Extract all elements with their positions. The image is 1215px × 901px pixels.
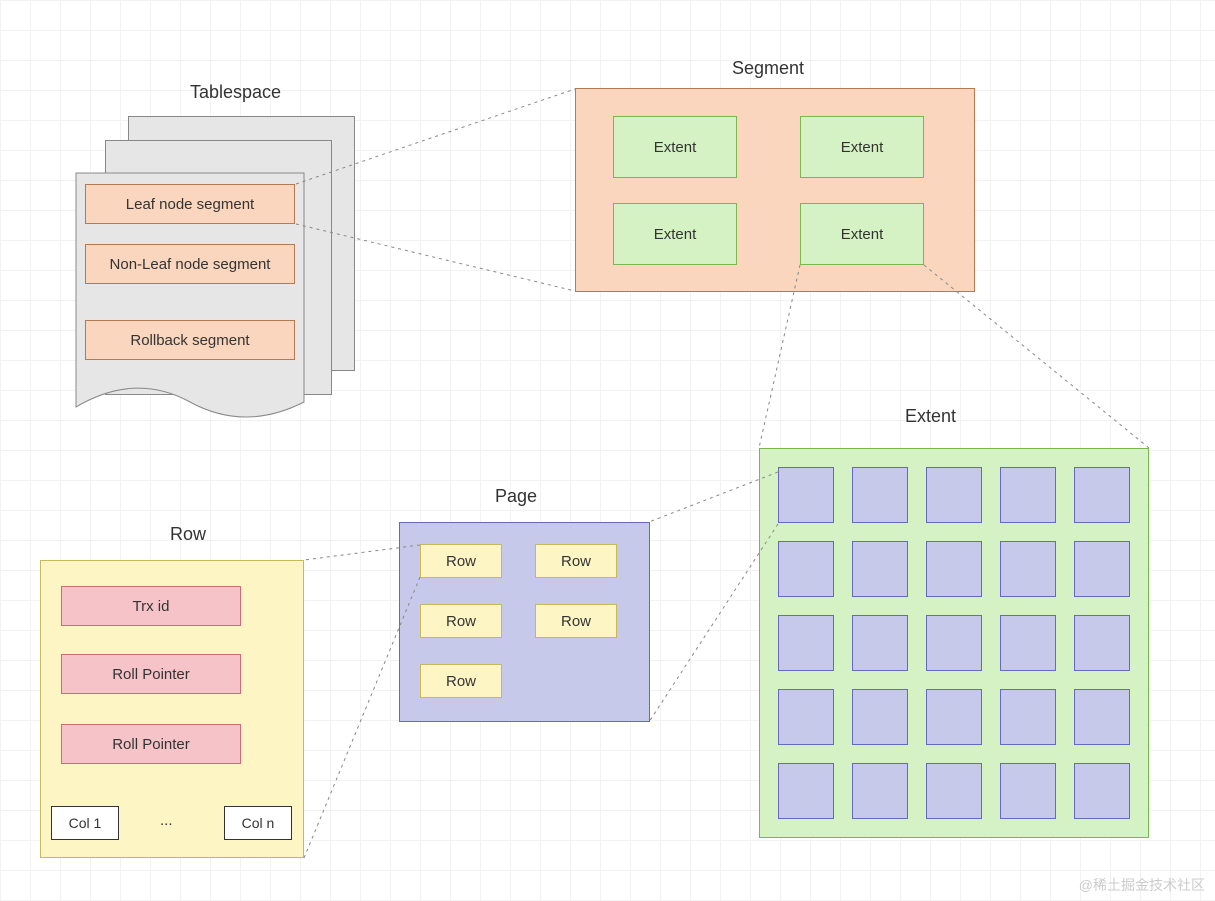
extent-page [778, 763, 834, 819]
row-title: Row [170, 524, 206, 545]
segment-extent-1: Extent [613, 116, 737, 178]
extent-page [1074, 615, 1130, 671]
segment-extent-4: Extent [800, 203, 924, 265]
extent-page [1074, 541, 1130, 597]
extent-page [1000, 541, 1056, 597]
tablespace-title: Tablespace [190, 82, 281, 103]
extent-page [1000, 763, 1056, 819]
extent-page [778, 615, 834, 671]
extent-page [926, 689, 982, 745]
extent-page [778, 689, 834, 745]
rollback-segment: Rollback segment [85, 320, 295, 360]
row-col-first: Col 1 [51, 806, 119, 840]
segment-extent-3: Extent [613, 203, 737, 265]
extent-page [852, 689, 908, 745]
row-col-last: Col n [224, 806, 292, 840]
extent-page [1000, 689, 1056, 745]
extent-page [852, 763, 908, 819]
extent-title: Extent [905, 406, 956, 427]
extent-box [759, 448, 1149, 838]
watermark: @稀土掘金技术社区 [1079, 875, 1205, 895]
page-row-2: Row [535, 544, 617, 578]
extent-page [1074, 763, 1130, 819]
extent-page [852, 467, 908, 523]
row-roll-pointer-1: Roll Pointer [61, 654, 241, 694]
extent-page [926, 541, 982, 597]
page-title: Page [495, 486, 537, 507]
extent-page [1000, 615, 1056, 671]
page-row-4: Row [535, 604, 617, 638]
extent-page [926, 763, 982, 819]
page-row-1: Row [420, 544, 502, 578]
extent-page [852, 541, 908, 597]
extent-page [926, 615, 982, 671]
row-roll-pointer-2: Roll Pointer [61, 724, 241, 764]
row-col-ellipsis: ... [160, 812, 173, 829]
extent-page [778, 541, 834, 597]
extent-page [1074, 467, 1130, 523]
extent-page [926, 467, 982, 523]
segment-extent-2: Extent [800, 116, 924, 178]
segment-title: Segment [732, 58, 804, 79]
page-row-5: Row [420, 664, 502, 698]
extent-page [1000, 467, 1056, 523]
extent-page [852, 615, 908, 671]
extent-page [1074, 689, 1130, 745]
row-trx-id: Trx id [61, 586, 241, 626]
page-row-3: Row [420, 604, 502, 638]
extent-page [778, 467, 834, 523]
leaf-node-segment: Leaf node segment [85, 184, 295, 224]
non-leaf-node-segment: Non-Leaf node segment [85, 244, 295, 284]
